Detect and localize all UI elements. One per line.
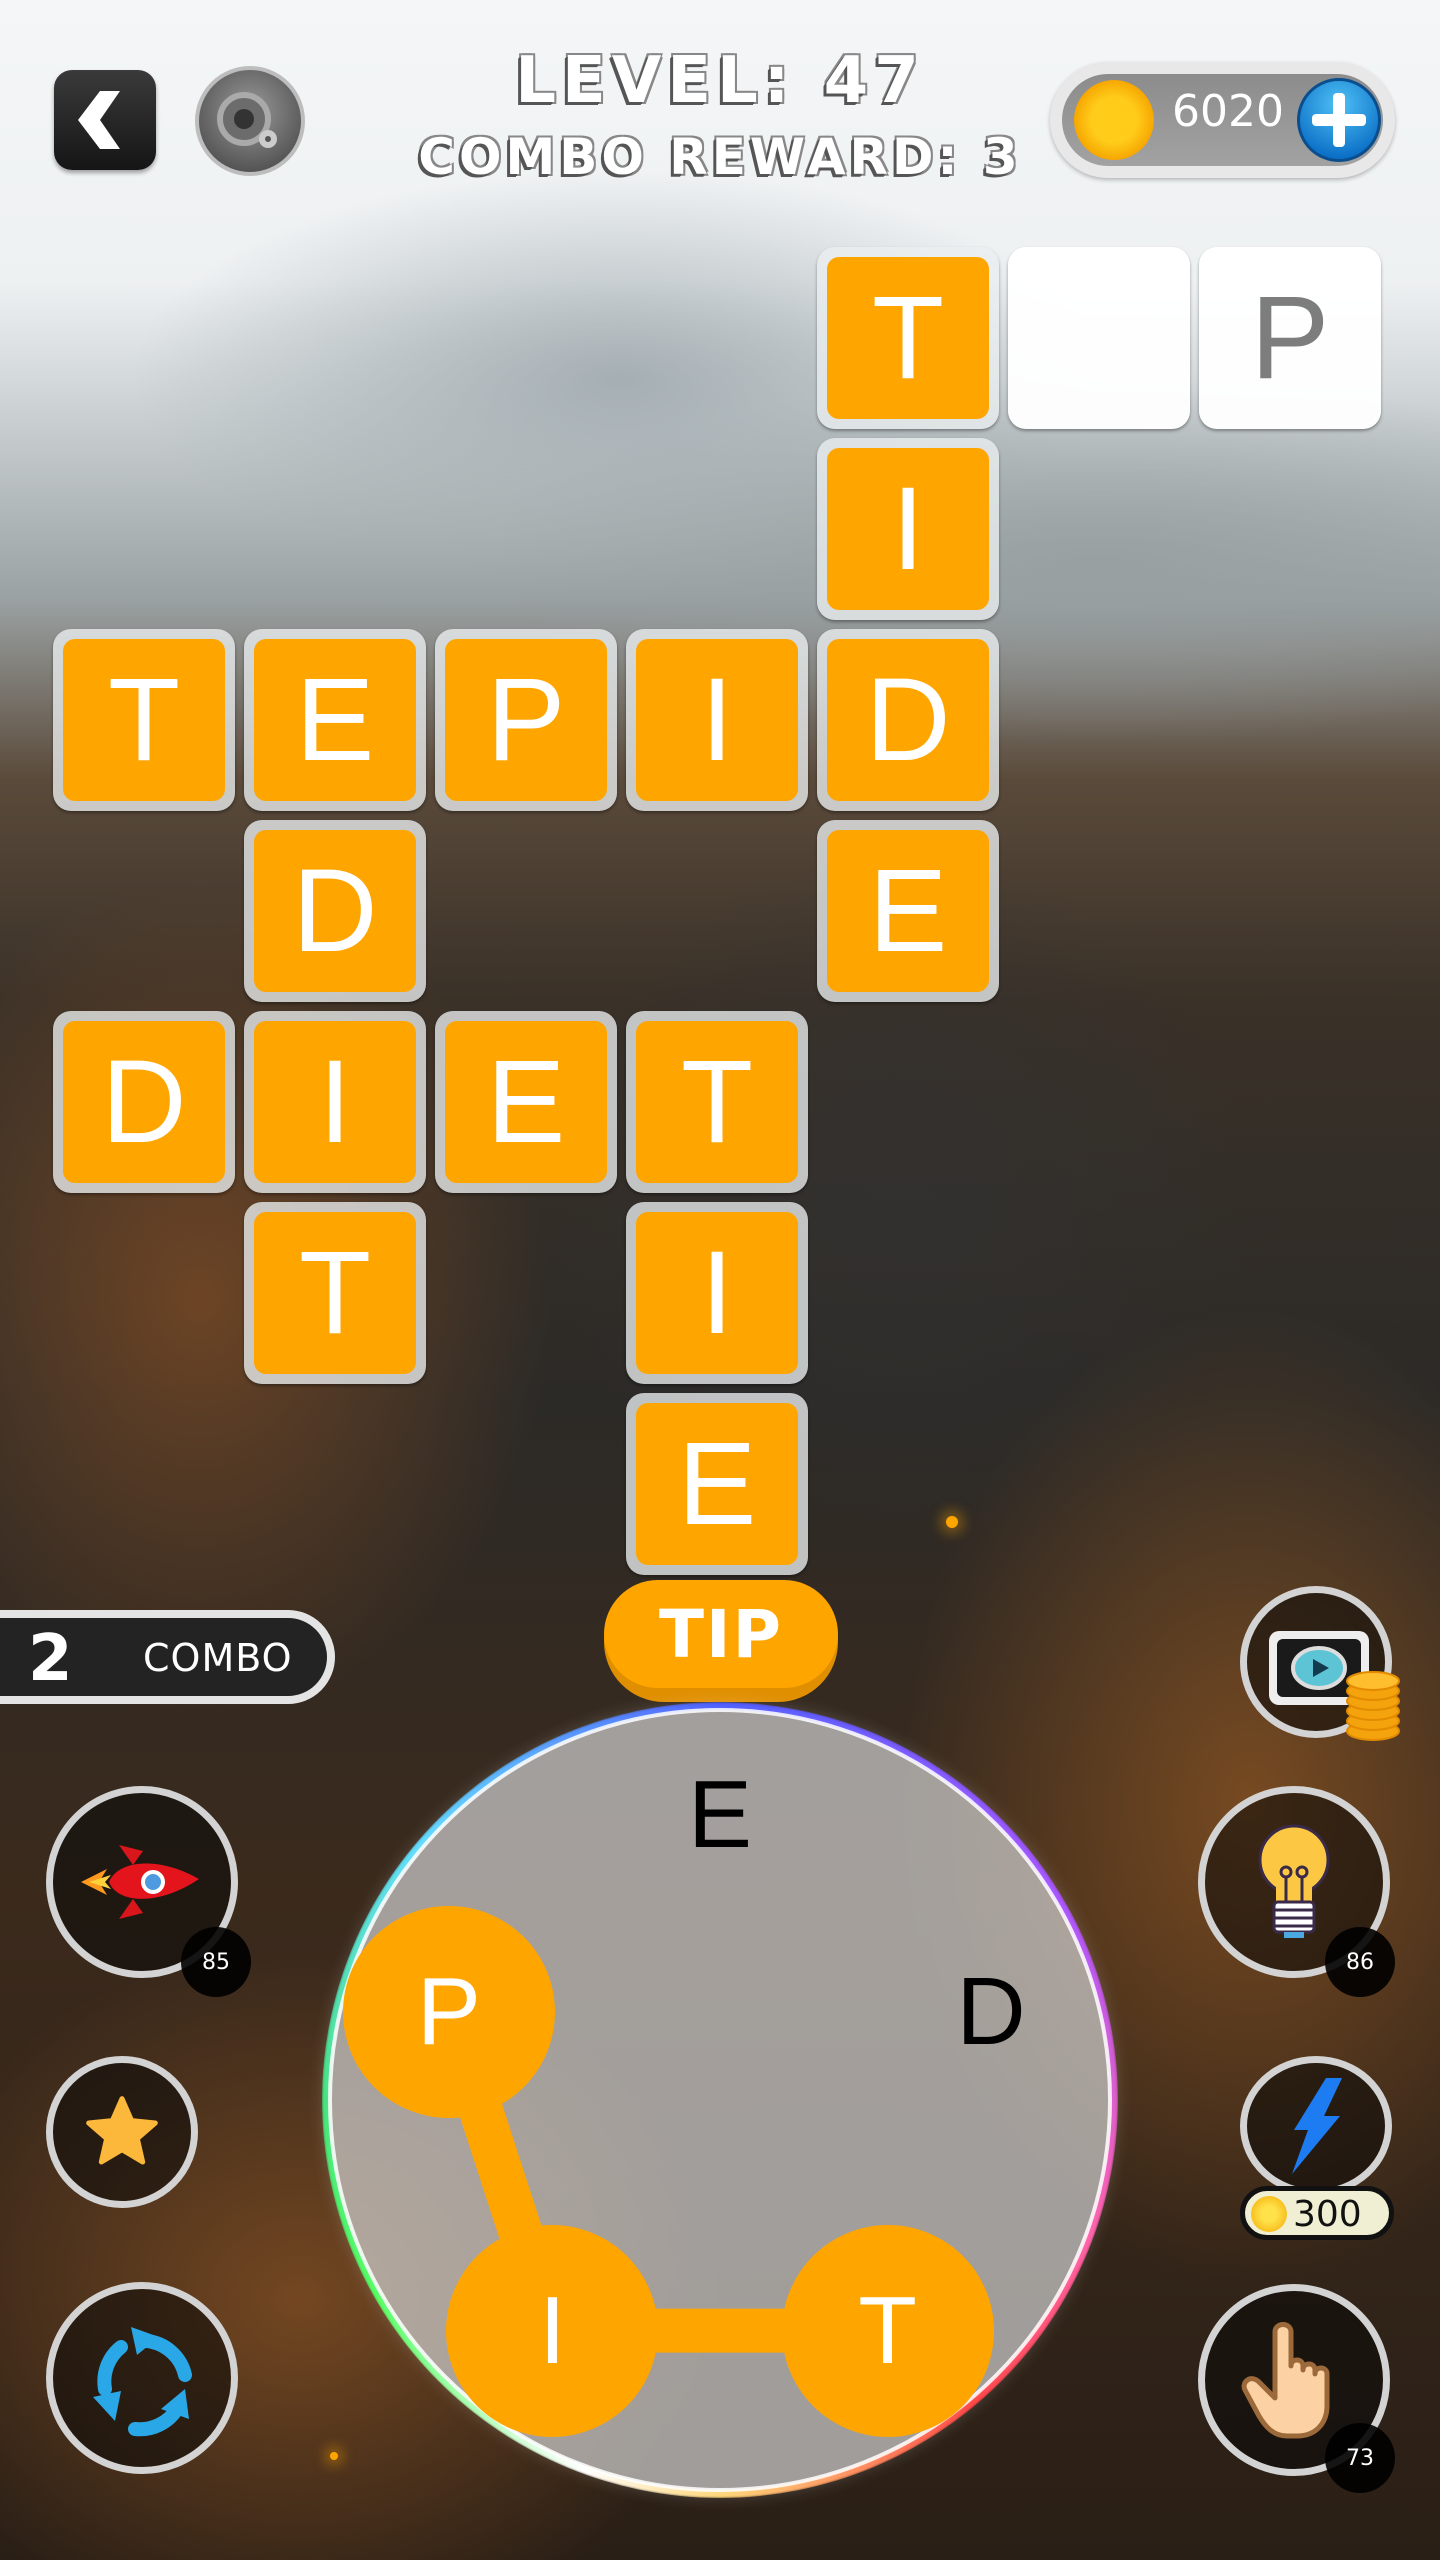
wheel-letter[interactable]: E (660, 1755, 780, 1875)
grid-tile: T (817, 247, 999, 429)
grid-tile: I (626, 1202, 808, 1384)
current-word: TIP (604, 1580, 838, 1688)
coin-balance: 6020 (1172, 86, 1284, 137)
grid-tile: E (626, 1393, 808, 1575)
shuffle-icon (93, 2327, 192, 2437)
coin-icon (1074, 80, 1154, 160)
wheel-letter[interactable]: T (781, 2224, 994, 2437)
lightning-price: 300 (1293, 2194, 1362, 2235)
add-coins-button[interactable] (1297, 78, 1381, 162)
tile-letter: D (63, 1021, 225, 1183)
tile-letter: T (63, 639, 225, 801)
tile-letter: I (254, 1021, 416, 1183)
pointing-hand-icon (1241, 2322, 1330, 2439)
tile-letter: T (827, 257, 989, 419)
tile-letter: I (636, 639, 798, 801)
tile-letter: T (254, 1212, 416, 1374)
combo-label: COMBO (143, 1636, 293, 1680)
finger-reveal-button[interactable]: 73 (1198, 2284, 1395, 2493)
grid-tile: E (244, 629, 426, 811)
grid-tile: D (817, 629, 999, 811)
watch-video-coins-button[interactable] (1240, 1586, 1400, 1741)
grid-tile: T (626, 1011, 808, 1193)
rocket-booster-button[interactable]: 85 (46, 1786, 251, 1997)
grid-tile-hidden: P (1199, 247, 1381, 429)
tile-letter: I (827, 448, 989, 610)
tile-letter: T (636, 1021, 798, 1183)
grid-tile: I (244, 1011, 426, 1193)
grid-tile: D (53, 1011, 235, 1193)
combo-count: 2 (28, 1622, 73, 1696)
grid-tile: I (626, 629, 808, 811)
wheel-letter[interactable]: P (342, 1905, 555, 2118)
wheel-letter[interactable]: I (446, 2224, 659, 2437)
hint-count-badge: 86 (1325, 1927, 1395, 1997)
tile-letter: D (254, 830, 416, 992)
shuffle-button[interactable] (46, 2282, 238, 2474)
wheel-letter[interactable]: D (931, 1952, 1051, 2072)
grid-tile-hidden (1008, 247, 1190, 429)
sparkle-particle (330, 2452, 338, 2460)
grid-tile: E (435, 1011, 617, 1193)
tile-letter: E (445, 1021, 607, 1183)
current-word-bubble: TIP (604, 1580, 838, 1702)
tile-letter: I (636, 1212, 798, 1374)
lightning-icon (1292, 2078, 1342, 2174)
lightning-booster-button[interactable] (1240, 2056, 1392, 2196)
lightbulb-icon (1258, 1824, 1330, 1938)
grid-tile: I (817, 438, 999, 620)
lightning-price-tag: 300 (1240, 2186, 1394, 2240)
sparkle-particle (946, 1516, 958, 1528)
grid-tile: T (244, 1202, 426, 1384)
grid-tile: P (435, 629, 617, 811)
grid-tile: D (244, 820, 426, 1002)
favorite-button[interactable] (46, 2056, 198, 2208)
tile-letter: E (636, 1403, 798, 1565)
grid-tile: T (53, 629, 235, 811)
tile-letter: D (827, 639, 989, 801)
tile-letter: P (445, 639, 607, 801)
finger-count-badge: 73 (1325, 2423, 1395, 2493)
coin-counter: 6020 (1050, 62, 1395, 178)
rocket-icon (81, 1845, 199, 1919)
tile-letter (1018, 257, 1180, 419)
rocket-count-badge: 85 (181, 1927, 251, 1997)
video-coins-icon (1269, 1631, 1400, 1741)
grid-tile: E (817, 820, 999, 1002)
coin-icon (1251, 2196, 1287, 2232)
star-icon (86, 2096, 158, 2165)
combo-badge: 2 COMBO (0, 1610, 335, 1704)
tile-letter: E (827, 830, 989, 992)
hint-button[interactable]: 86 (1198, 1786, 1395, 1997)
tile-letter: E (254, 639, 416, 801)
tile-letter: P (1250, 272, 1330, 404)
